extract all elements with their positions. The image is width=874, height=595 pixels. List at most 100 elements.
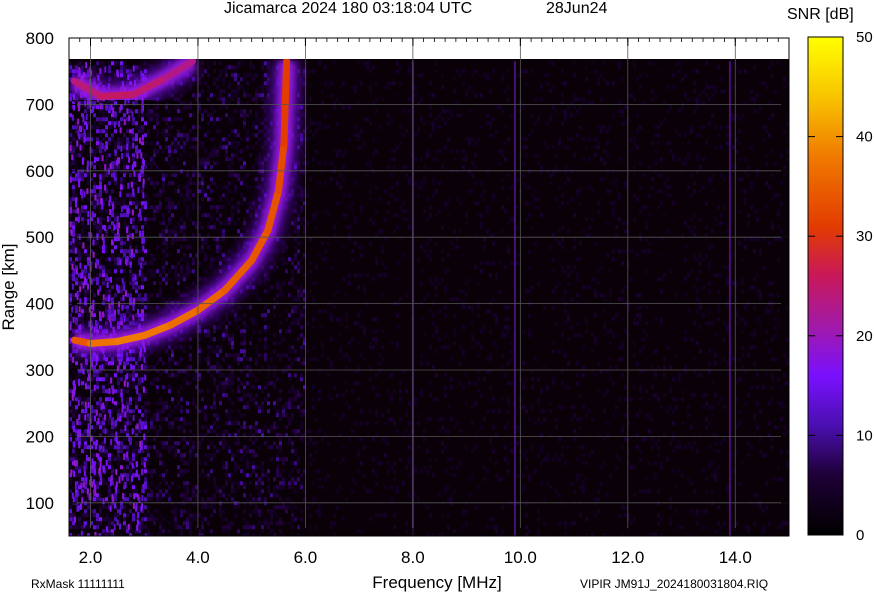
- noise-cell: [96, 485, 99, 490]
- noise-cell: [186, 169, 189, 174]
- noise-cell: [501, 229, 504, 234]
- noise-cell: [198, 221, 201, 226]
- noise-cell: [249, 305, 252, 310]
- noise-cell: [288, 437, 291, 442]
- noise-cell: [441, 533, 444, 536]
- noise-cell: [267, 97, 270, 102]
- noise-cell: [330, 161, 333, 166]
- noise-cell: [399, 237, 402, 242]
- noise-cell: [192, 397, 195, 402]
- noise-cell: [249, 185, 252, 190]
- noise-cell: [516, 73, 519, 78]
- noise-cell: [84, 233, 87, 238]
- noise-cell: [138, 397, 141, 402]
- noise-cell: [111, 465, 114, 470]
- noise-cell: [150, 253, 153, 258]
- noise-cell: [171, 181, 174, 186]
- noise-cell: [456, 421, 459, 426]
- noise-cell: [231, 253, 234, 258]
- noise-cell: [405, 217, 408, 222]
- noise-cell: [357, 341, 360, 346]
- noise-cell: [129, 141, 132, 146]
- noise-cell: [261, 429, 264, 434]
- noise-cell: [288, 373, 291, 378]
- noise-cell: [162, 129, 165, 134]
- noise-cell: [114, 277, 117, 282]
- noise-cell: [111, 405, 114, 410]
- noise-cell: [168, 373, 171, 378]
- noise-cell: [234, 505, 237, 510]
- noise-cell: [234, 65, 237, 70]
- noise-cell: [129, 377, 132, 382]
- noise-cell: [459, 361, 462, 366]
- noise-cell: [276, 521, 279, 526]
- noise-cell: [120, 457, 123, 462]
- noise-cell: [507, 409, 510, 414]
- noise-cell: [360, 437, 363, 442]
- noise-cell: [261, 461, 264, 466]
- noise-cell: [444, 469, 447, 474]
- noise-cell: [162, 465, 165, 470]
- noise-cell: [123, 305, 126, 310]
- noise-cell: [384, 237, 387, 242]
- noise-cell: [216, 389, 219, 394]
- noise-cell: [396, 345, 399, 350]
- noise-cell: [192, 181, 195, 186]
- noise-cell: [309, 429, 312, 434]
- noise-cell: [123, 133, 126, 138]
- noise-cell: [180, 453, 183, 458]
- noise-cell: [138, 377, 141, 382]
- noise-cell: [312, 345, 315, 350]
- noise-cell: [252, 65, 255, 70]
- noise-cell: [438, 417, 441, 422]
- noise-cell: [150, 117, 153, 122]
- noise-cell: [156, 245, 159, 250]
- noise-cell: [420, 353, 423, 358]
- noise-cell: [93, 121, 96, 126]
- noise-cell: [252, 461, 255, 466]
- noise-cell: [222, 77, 225, 82]
- noise-cell: [237, 217, 240, 222]
- noise-cell: [477, 353, 480, 358]
- noise-cell: [300, 413, 303, 418]
- noise-cell: [75, 309, 78, 314]
- noise-cell: [186, 261, 189, 266]
- noise-cell: [408, 181, 411, 186]
- noise-cell: [117, 461, 120, 466]
- noise-cell: [369, 365, 372, 370]
- noise-cell: [405, 413, 408, 418]
- noise-cell: [141, 517, 144, 522]
- noise-cell: [264, 441, 267, 446]
- noise-cell: [120, 313, 123, 318]
- noise-cell: [300, 313, 303, 318]
- noise-cell: [177, 401, 180, 406]
- noise-cell: [105, 297, 108, 302]
- noise-cell: [297, 337, 300, 342]
- noise-cell: [111, 313, 114, 318]
- noise-cell: [408, 225, 411, 230]
- noise-cell: [240, 201, 243, 206]
- noise-cell: [465, 157, 468, 162]
- noise-cell: [243, 337, 246, 342]
- noise-cell: [135, 245, 138, 250]
- noise-cell: [222, 393, 225, 398]
- noise-cell: [273, 485, 276, 490]
- noise-cell: [168, 425, 171, 430]
- noise-cell: [84, 377, 87, 382]
- noise-cell: [318, 485, 321, 490]
- noise-cell: [192, 205, 195, 210]
- noise-cell: [390, 185, 393, 190]
- noise-cell: [159, 289, 162, 294]
- noise-cell: [408, 109, 411, 114]
- noise-cell: [105, 249, 108, 254]
- noise-cell: [285, 329, 288, 334]
- noise-cell: [93, 293, 96, 298]
- noise-cell: [228, 157, 231, 162]
- noise-cell: [282, 521, 285, 526]
- noise-cell: [222, 509, 225, 514]
- noise-cell: [297, 229, 300, 234]
- noise-cell: [222, 381, 225, 386]
- noise-cell: [291, 413, 294, 418]
- noise-cell: [444, 373, 447, 378]
- noise-cell: [207, 453, 210, 458]
